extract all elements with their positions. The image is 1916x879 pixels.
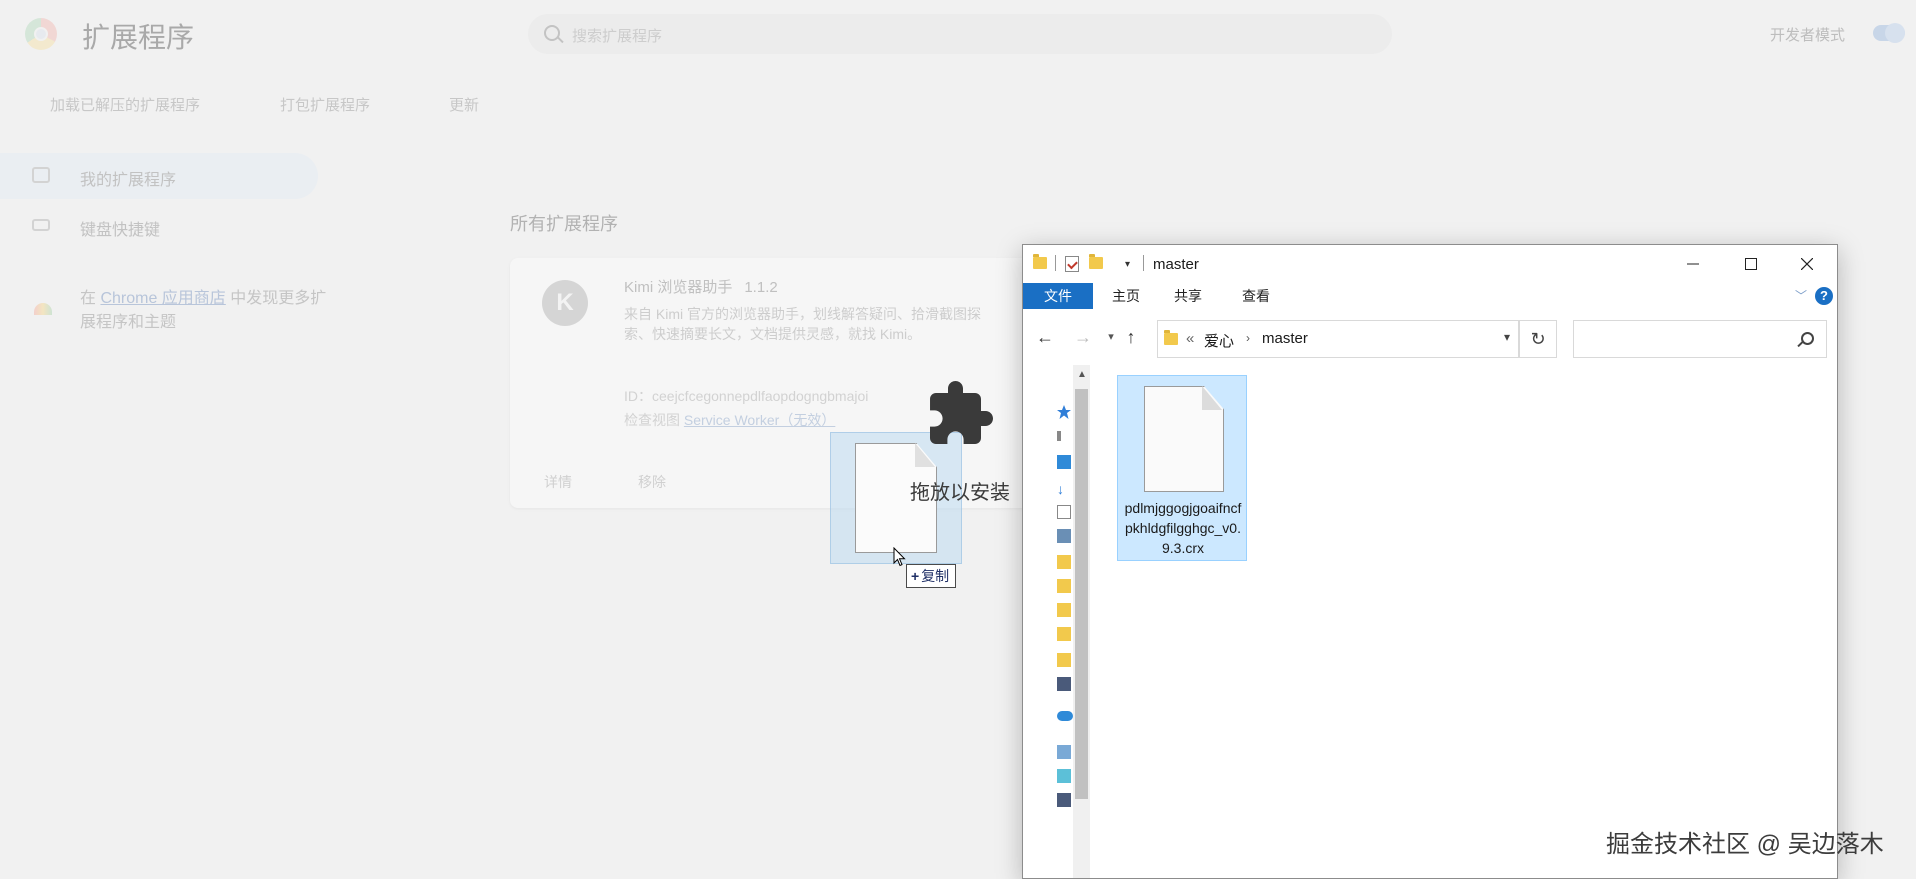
- file-name: pdlmjggogjgoaifncfpkhldgfilgghgc_v0.9.3.…: [1124, 500, 1242, 556]
- sidebar-item-my-extensions[interactable]: 我的扩展程序: [0, 153, 318, 199]
- network-icon[interactable]: [1057, 769, 1071, 783]
- extension-description: 来自 Kimi 官方的浏览器助手，划线解答疑问、拾滑截图探索、快速摘要长文，文档…: [624, 306, 981, 342]
- pictures-icon[interactable]: [1057, 529, 1071, 543]
- folder-icon[interactable]: [1057, 653, 1071, 667]
- search-icon: [1801, 332, 1814, 345]
- folder-search-input[interactable]: [1573, 320, 1827, 358]
- sidebar-item-label: 我的扩展程序: [80, 172, 177, 189]
- refresh-button[interactable]: ↻: [1519, 320, 1557, 358]
- up-arrow-icon[interactable]: ↑: [1119, 325, 1143, 349]
- navigation-scrollbar[interactable]: ▲: [1073, 365, 1090, 878]
- service-worker-link[interactable]: Service Worker（无效）: [684, 412, 835, 428]
- dev-mode-label: 开发者模式: [1770, 27, 1846, 44]
- address-folder-icon: [1164, 330, 1178, 345]
- close-button[interactable]: [1779, 245, 1835, 283]
- inspect-views: 检查视图 Service Worker（无效）: [624, 410, 835, 430]
- pack-extension-button[interactable]: 打包扩展程序: [280, 94, 370, 115]
- sidebar-item-keyboard-shortcuts[interactable]: 键盘快捷键: [0, 203, 318, 249]
- tab-view[interactable]: 查看: [1233, 283, 1279, 309]
- help-icon[interactable]: ?: [1815, 287, 1833, 305]
- minimize-icon: [1687, 263, 1699, 265]
- address-overflow[interactable]: «: [1186, 330, 1194, 347]
- folder-icon[interactable]: [1057, 603, 1071, 617]
- folder-icon[interactable]: [1057, 555, 1071, 569]
- address-bar[interactable]: « 爱心 › master ▾: [1157, 320, 1519, 358]
- section-title: 所有扩展程序: [510, 214, 618, 234]
- store-prefix: 在: [80, 290, 101, 307]
- plus-icon: +: [911, 568, 920, 584]
- extensions-search-input[interactable]: 搜索扩展程序: [528, 14, 1392, 54]
- forward-arrow-icon[interactable]: →: [1071, 325, 1095, 349]
- file-explorer-window: ▾ master 文件 主页 共享 查看 ﹀ ? ← → ▾ ↑ « 爱心 › …: [1022, 244, 1838, 879]
- this-pc-icon[interactable]: [1057, 745, 1071, 759]
- file-item[interactable]: pdlmjggogjgoaifncfpkhldgfilgghgc_v0.9.3.…: [1117, 375, 1247, 561]
- address-row: ← → ▾ ↑ « 爱心 › master ▾ ↻: [1023, 317, 1837, 358]
- copy-badge: + 复制: [906, 564, 957, 588]
- download-arrow-icon[interactable]: ↓: [1057, 481, 1071, 497]
- inspect-label: 检查视图: [624, 412, 684, 428]
- downloads-icon[interactable]: [1057, 455, 1071, 469]
- folder-icon[interactable]: [1057, 627, 1071, 641]
- extension-version: 1.1.2: [744, 279, 778, 296]
- videos-icon[interactable]: [1057, 793, 1071, 807]
- page-title: 扩展程序: [82, 22, 195, 53]
- maximize-icon: [1745, 258, 1757, 270]
- extension-name-line: Kimi 浏览器助手 1.1.2: [624, 276, 778, 297]
- chrome-logo-icon: [25, 18, 57, 50]
- divider: [1055, 255, 1056, 271]
- puzzle-piece-icon: [930, 381, 993, 444]
- details-button[interactable]: 详情: [544, 472, 572, 492]
- minimize-button[interactable]: [1665, 245, 1721, 283]
- chrome-store-icon: [34, 303, 52, 315]
- search-icon: [544, 25, 560, 41]
- extension-avatar: K: [542, 280, 588, 326]
- title-bar[interactable]: ▾ master: [1023, 245, 1837, 283]
- folder-icon[interactable]: [1057, 579, 1071, 593]
- videos-icon[interactable]: [1057, 677, 1071, 691]
- extension-name: Kimi 浏览器助手: [624, 279, 733, 296]
- watermark: 掘金技术社区 @ 吴边落木: [1606, 831, 1884, 858]
- desktop-icon[interactable]: [1057, 431, 1061, 441]
- divider: [1143, 255, 1144, 271]
- new-folder-icon[interactable]: [1089, 254, 1103, 269]
- folder-icon: [1033, 254, 1047, 269]
- ribbon-tabs: 文件 主页 共享 查看 ﹀ ?: [1023, 283, 1837, 309]
- back-arrow-icon[interactable]: ←: [1033, 325, 1057, 349]
- extension-icon: [32, 167, 50, 183]
- drop-to-install-label: 拖放以安装: [910, 482, 1010, 504]
- extension-id: ID：ceejcfcegonnepdlfaopdogngbmajoi: [624, 388, 869, 404]
- window-title: master: [1153, 256, 1199, 273]
- web-store-link[interactable]: Chrome 应用商店: [100, 290, 225, 307]
- breadcrumb-chevron-icon: ›: [1246, 331, 1250, 345]
- breadcrumb-aixin[interactable]: 爱心: [1204, 330, 1234, 351]
- scrollbar-thumb[interactable]: [1075, 389, 1088, 799]
- update-button[interactable]: 更新: [449, 94, 479, 115]
- properties-icon[interactable]: [1065, 256, 1079, 272]
- maximize-button[interactable]: [1723, 245, 1779, 283]
- keyboard-icon: [32, 219, 50, 231]
- refresh-icon: ↻: [1530, 329, 1546, 349]
- onedrive-icon[interactable]: [1057, 711, 1073, 721]
- close-icon: [1801, 258, 1813, 270]
- dev-mode-toggle[interactable]: [1873, 23, 1905, 43]
- address-dropdown-chevron-icon[interactable]: ▾: [1504, 330, 1510, 344]
- copy-label: 复制: [921, 568, 950, 584]
- quick-access-star-icon[interactable]: [1057, 405, 1071, 419]
- tab-share[interactable]: 共享: [1165, 283, 1211, 309]
- web-store-promo: 在 Chrome 应用商店 中发现更多扩展程序和主题: [80, 287, 340, 335]
- documents-icon[interactable]: [1057, 505, 1071, 519]
- expand-ribbon-chevron-icon[interactable]: ﹀: [1795, 287, 1807, 304]
- scroll-up-arrow-icon[interactable]: ▲: [1077, 369, 1087, 380]
- file-list: pdlmjggogjgoaifncfpkhldgfilgghgc_v0.9.3.…: [1093, 357, 1837, 878]
- breadcrumb-master[interactable]: master: [1262, 330, 1308, 347]
- remove-button[interactable]: 移除: [638, 472, 666, 492]
- customize-toolbar-chevron-icon[interactable]: ▾: [1125, 259, 1130, 270]
- load-unpacked-button[interactable]: 加载已解压的扩展程序: [50, 94, 200, 115]
- tab-file[interactable]: 文件: [1023, 283, 1093, 309]
- sidebar-item-label: 键盘快捷键: [80, 222, 161, 239]
- tab-home[interactable]: 主页: [1103, 283, 1149, 309]
- search-placeholder: 搜索扩展程序: [572, 28, 663, 45]
